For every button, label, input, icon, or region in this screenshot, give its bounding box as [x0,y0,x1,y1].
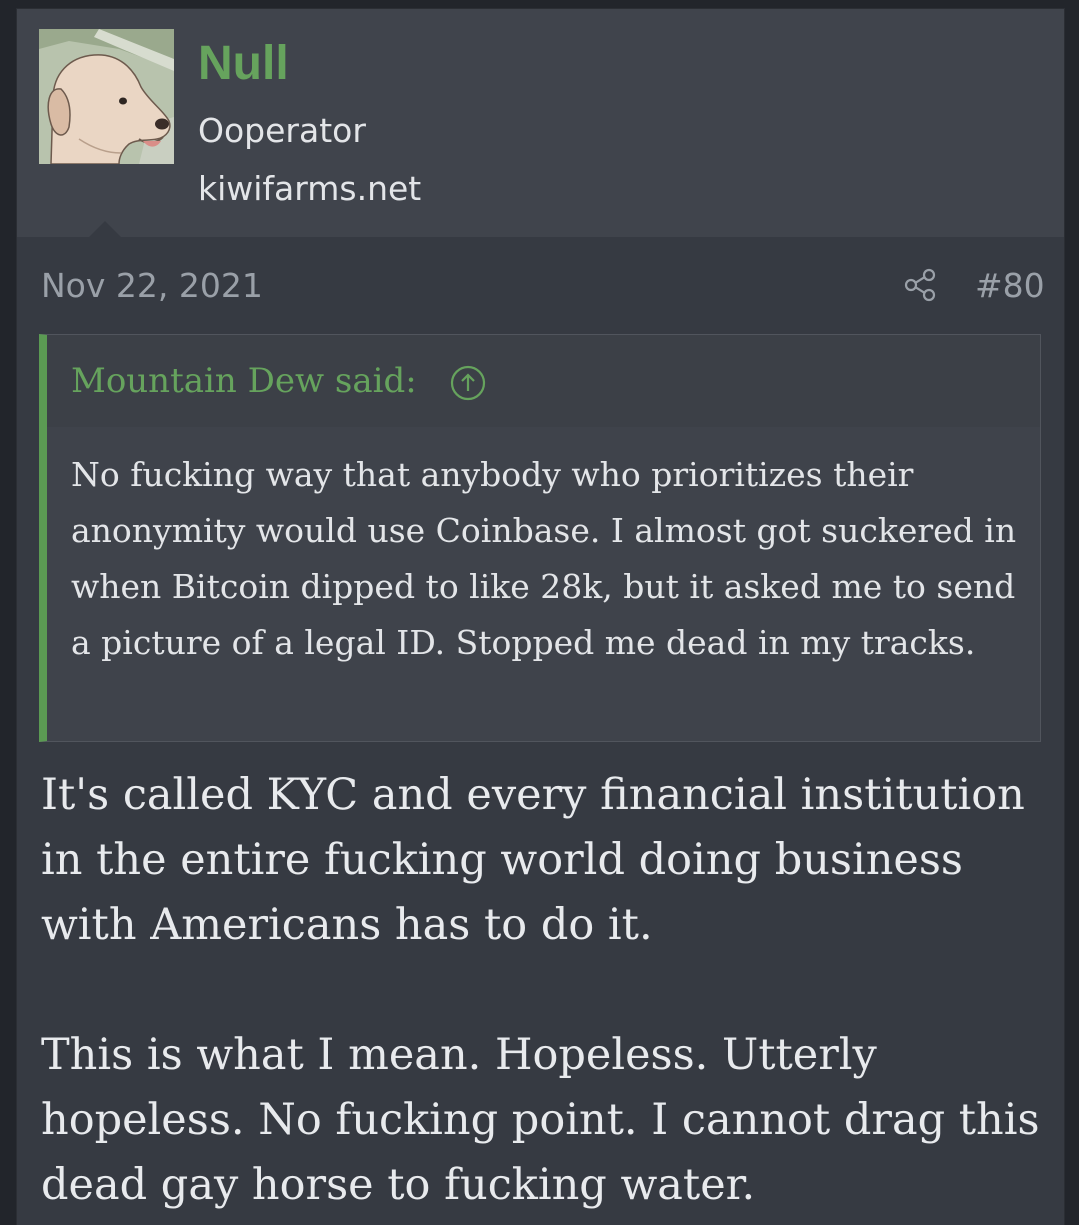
post-date[interactable]: Nov 22, 2021 [41,266,263,306]
share-icon[interactable] [903,267,939,303]
dog-illustration [39,29,174,164]
user-title: Ooperator [198,111,366,150]
message-paragraph: This is what I mean. Hopeless. Utterly h… [41,1030,1040,1210]
forum-post: Null Ooperator kiwifarms.net Nov 22, 202… [16,8,1065,1225]
quote-author[interactable]: Mountain Dew said: [71,361,417,402]
post-number-link[interactable]: #80 [975,266,1045,306]
username[interactable]: Null [198,35,289,93]
user-site: kiwifarms.net [198,169,422,208]
arrow-up-circle-icon[interactable] [450,365,486,401]
quote-text: No fucking way that anybody who prioriti… [71,455,1017,662]
message-body: It's called KYC and every financial inst… [41,763,1051,1225]
page: Null Ooperator kiwifarms.net Nov 22, 202… [0,0,1079,1225]
avatar[interactable] [39,29,174,164]
user-header: Null Ooperator kiwifarms.net [17,9,1064,237]
header-pointer-arrow [89,221,121,237]
message-paragraph: It's called KYC and every financial inst… [41,770,1025,950]
quote-block: Mountain Dew said: No fucking way that a… [39,334,1041,742]
quote-header: Mountain Dew said: [47,335,1040,427]
